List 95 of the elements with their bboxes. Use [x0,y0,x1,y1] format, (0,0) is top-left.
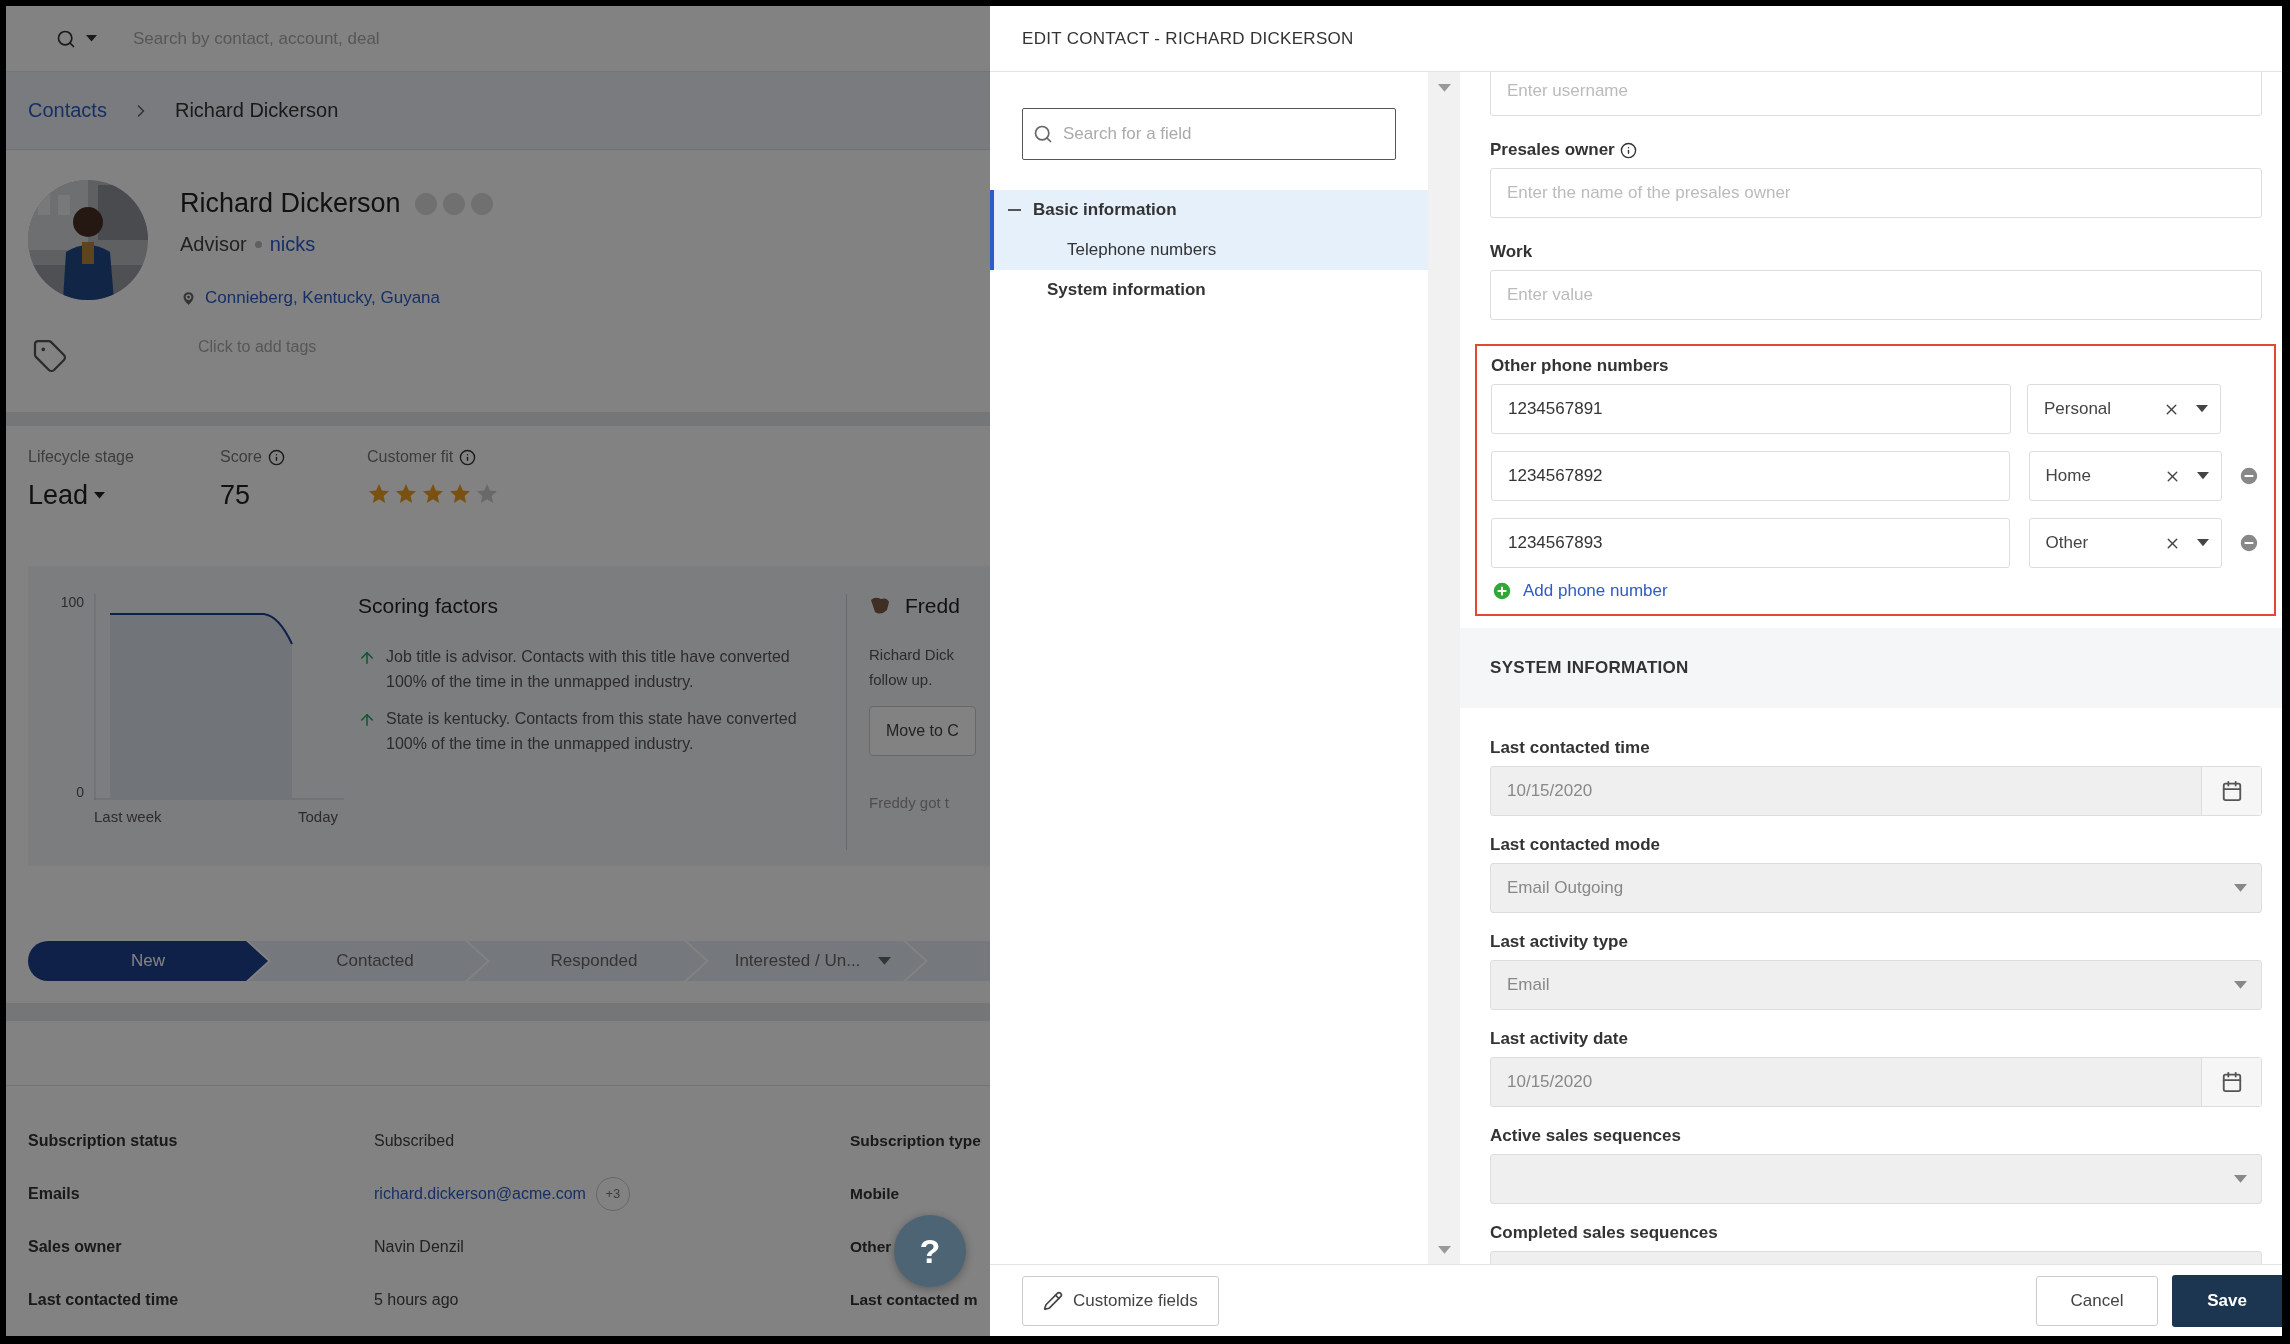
detail-value: Subscribed [374,1131,455,1150]
field-label: Last activity date [1490,1029,1628,1049]
phone-field[interactable]: 1234567892 [1491,451,2010,501]
metric-label: Score [220,448,262,466]
field-label: Work [1490,242,1533,262]
axis-label: 100 [60,594,84,610]
info-icon [459,448,477,466]
breadcrumb-link[interactable]: Contacts [28,99,107,122]
customize-fields-button[interactable]: Customize fields [1022,1275,1219,1326]
metric-label: Lifecycle stage [28,448,134,466]
metric-label: Customer fit [367,448,454,466]
score-value: 75 [220,480,251,511]
mascot-icon [869,596,891,616]
phone-type-select[interactable]: Personal [2027,384,2221,434]
pipeline-stage[interactable]: Interested / Un... [687,941,925,981]
detail-value: 5 hours ago [374,1290,459,1309]
pipeline-stage[interactable]: Contacted [249,941,487,981]
field-label: Completed sales sequences [1490,1223,1718,1243]
field-label: Presales owner [1490,140,1615,160]
detail-label: Emails [28,1184,81,1203]
scroll-down-icon [1437,1246,1451,1254]
star-icon [421,482,445,506]
field-label: Last activity type [1490,932,1628,952]
contact-name: Richard Dickerson [180,188,401,219]
detail-label: Last contacted m [850,1290,978,1309]
add-icon[interactable] [1491,580,1513,602]
search-icon[interactable] [56,28,76,49]
pencil-icon [1043,1290,1063,1311]
scroll-up-icon [1437,84,1451,92]
text-field[interactable]: Enter the name of the presales owner [1490,168,2262,218]
scoring-factor: State is kentucky. Contacts from this state have converted 100% of the time in the unmapped industry. [386,709,798,754]
caret-icon [878,957,892,965]
search-icon [1033,124,1053,144]
detail-label: Mobile [850,1184,900,1203]
detail-label: Sales owner [28,1237,123,1256]
separator-dot-icon [254,241,262,248]
breadcrumb-current: Richard Dickerson [174,99,339,122]
caret-icon [2197,539,2210,547]
location-pin-icon [180,289,197,307]
detail-label: Subscription type [850,1131,981,1150]
freddy-title: Fredd [905,594,960,618]
star-icon [448,482,472,506]
panel-title: EDIT CONTACT - RICHARD DICKERSON [1022,28,1354,49]
detail-value: Navin Denzil [374,1237,464,1256]
caret-icon [2234,884,2247,892]
freddy-text: follow up. [869,670,934,690]
tag-icon[interactable] [32,338,68,374]
pipeline-stage[interactable]: New [28,941,268,981]
nav-item[interactable]: Basic information [994,190,1428,230]
star-icon [394,482,418,506]
axis-label: 0 [76,784,84,800]
remove-icon[interactable] [2238,465,2260,487]
phone-field[interactable]: 1234567893 [1491,518,2010,568]
nav-item[interactable]: System information [994,270,1428,310]
save-button[interactable]: Save [2172,1274,2282,1327]
phone-type-select[interactable]: Home [2028,451,2223,501]
text-field[interactable]: Enter value [1490,270,2262,320]
caret-icon [2197,472,2210,480]
field-search[interactable]: Search for a field [1022,108,1396,160]
email-link[interactable]: richard.dickerson@acme.com [374,1184,586,1203]
company-link[interactable]: nicks [269,233,316,256]
caret-icon [94,492,106,499]
field-label: Other phone numbers [1491,356,1669,376]
star-icon [367,482,391,506]
scoring-factor: Job title is advisor. Contacts with this title have converted 100% of the time in the unmapped industry. [386,647,791,692]
axis-label: Last week [94,808,162,827]
detail-label: Other [850,1237,892,1256]
add-phone-link[interactable]: Add phone number [1523,581,1668,601]
job-title: Advisor [180,233,247,256]
field-label: Active sales sequences [1490,1126,1681,1146]
pipeline-stage[interactable]: Responded [468,941,706,981]
caret-icon [2196,405,2208,413]
field-label: Last contacted time [1490,738,1650,758]
location-link[interactable]: Connieberg, Kentucky, Guyana [205,288,440,308]
phone-field[interactable]: 1234567891 [1491,384,2011,434]
field-label: Last contacted mode [1490,835,1661,855]
cancel-button[interactable]: Cancel [2036,1275,2158,1326]
scoring-title: Scoring factors [358,594,500,618]
help-button[interactable]: ? [894,1215,966,1287]
axis-label: Today [297,808,338,827]
star-icon [475,482,499,506]
freddy-text: Richard Dick [869,645,956,665]
text-field[interactable]: Enter username [1490,72,2262,116]
detail-label: Last contacted time [28,1290,180,1309]
dropdown-caret-icon [86,35,97,42]
detail-label: Subscription status [28,1131,179,1150]
caret-icon [2234,1175,2247,1183]
section-title: SYSTEM INFORMATION [1490,658,1689,678]
move-button[interactable]: Move to C [869,706,976,756]
info-icon [267,448,285,466]
caret-icon [2234,981,2247,989]
lifecycle-dropdown[interactable]: Lead [28,480,220,511]
remove-icon[interactable] [2238,532,2260,554]
phone-type-select[interactable]: Other [2028,518,2223,568]
nav-item[interactable]: Telephone numbers [994,230,1428,270]
